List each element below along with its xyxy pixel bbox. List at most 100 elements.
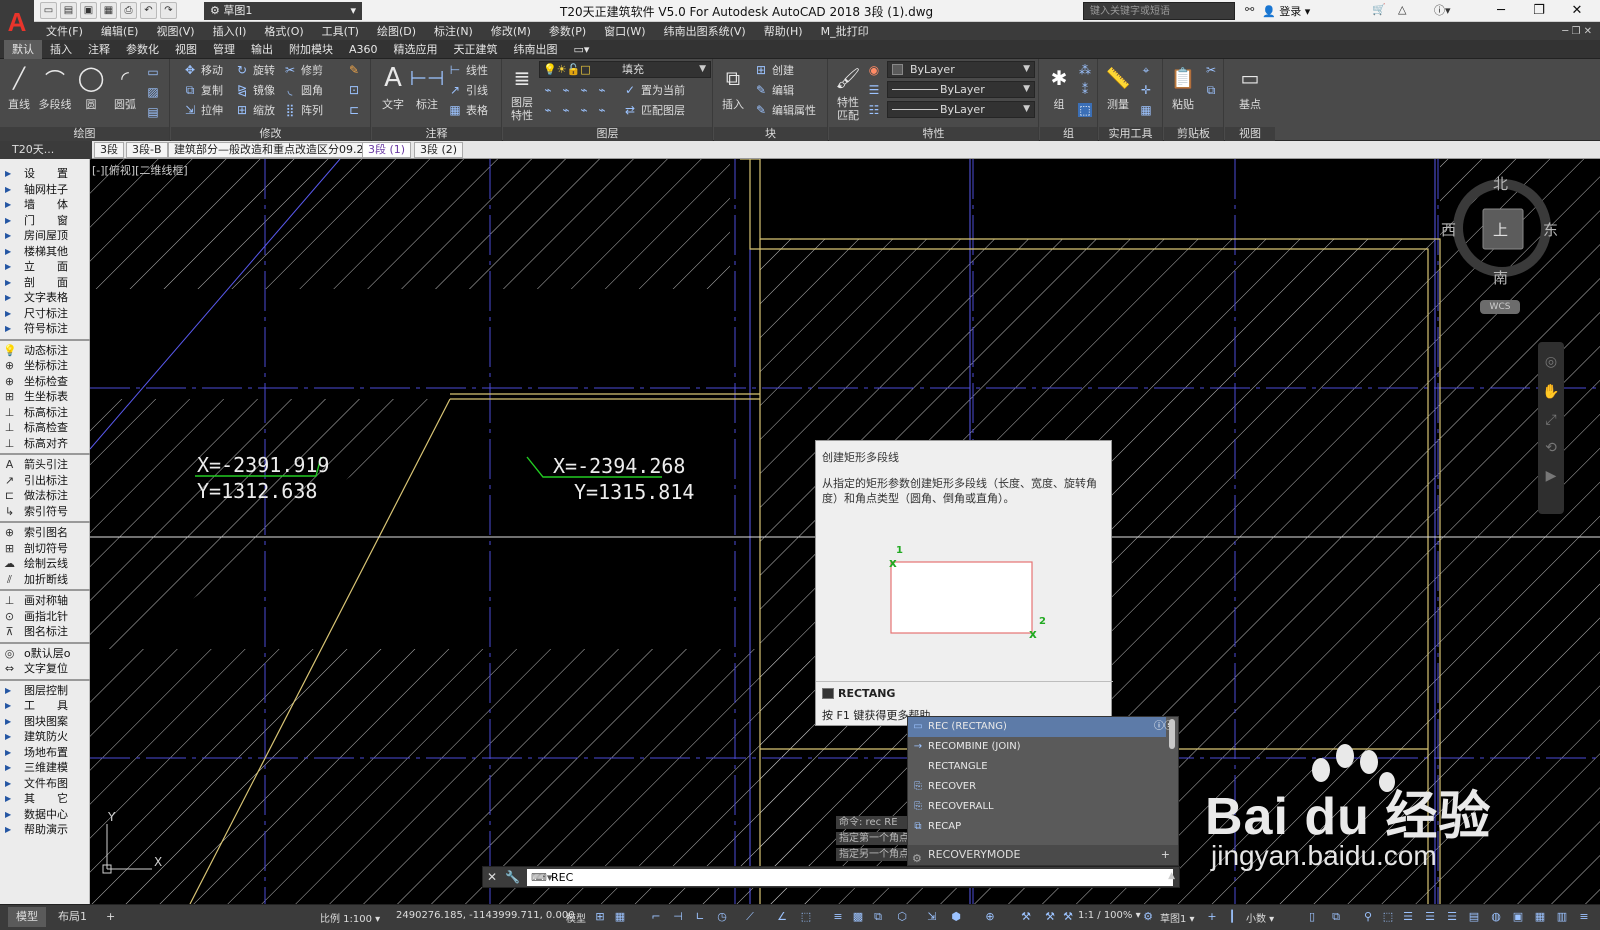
make-current-button[interactable]: ✓ 置为当前 bbox=[623, 81, 685, 99]
circle-button[interactable]: ◯ 圆 bbox=[74, 61, 108, 119]
edit-block-button[interactable]: ✎ 编辑 bbox=[754, 81, 794, 99]
sidebar-item[interactable]: ▶ 门 窗 bbox=[0, 213, 90, 229]
plot-icon[interactable]: ⎙ bbox=[120, 2, 137, 19]
sidebar-item[interactable]: ⊥ 画对称轴 bbox=[0, 593, 90, 609]
sidebar-item[interactable]: ⊞ 生坐标表 bbox=[0, 389, 90, 405]
panel-layers-title[interactable]: 图层 bbox=[503, 127, 712, 141]
globe-icon[interactable]: ◍ bbox=[1490, 911, 1502, 923]
expand-icon[interactable]: + bbox=[1161, 845, 1170, 865]
autocomplete-item-recap[interactable]: ⧉ RECAP bbox=[908, 817, 1166, 837]
sidebar-item[interactable]: ⊥ 标高对齐 bbox=[0, 436, 90, 452]
menu-help[interactable]: 帮助(H) bbox=[764, 23, 803, 39]
ortho-icon[interactable]: ∟ bbox=[694, 911, 706, 923]
sidebar-item[interactable]: 💡 动态标注 bbox=[0, 343, 90, 359]
close-button[interactable]: ✕ bbox=[1562, 1, 1592, 21]
offset-button[interactable]: ⊏ bbox=[347, 101, 365, 119]
lineweight-toggle-icon[interactable]: ≡ bbox=[832, 911, 844, 923]
redo-icon[interactable]: ↷ bbox=[160, 2, 177, 19]
tab-plot-system[interactable]: 纬南出图 bbox=[506, 40, 566, 59]
grid-icon[interactable]: ⊞ bbox=[594, 911, 606, 923]
clean-screen-icon[interactable]: ☰ bbox=[1402, 911, 1414, 923]
menu-edit[interactable]: 编辑(E) bbox=[101, 23, 139, 39]
group-edit-button[interactable]: ⁑ bbox=[1078, 81, 1096, 99]
sidebar-item[interactable]: ▶ 数据中心 bbox=[0, 807, 90, 823]
units-display[interactable]: 小数 ▾ bbox=[1246, 910, 1274, 925]
layer-properties-button[interactable]: ≣ 图层 特性 bbox=[505, 61, 539, 122]
dimension-button[interactable]: ⊢⊣ 标注 bbox=[410, 61, 445, 119]
text-button[interactable]: A 文字 bbox=[376, 61, 410, 119]
sidebar-item[interactable]: ▶ 符号标注 bbox=[0, 321, 90, 337]
model-space-button[interactable]: 模型 bbox=[566, 910, 586, 925]
doc-tab-3duan[interactable]: 3段 bbox=[94, 142, 124, 158]
sidebar-item[interactable]: ▶ 帮助演示 bbox=[0, 822, 90, 838]
create-block-button[interactable]: ⊞ 创建 bbox=[754, 61, 794, 79]
doc-window-controls[interactable]: ─ ❐ ✕ bbox=[1562, 26, 1592, 37]
customization-icon[interactable]: ☰ bbox=[1424, 911, 1436, 923]
cart-icon[interactable]: 🛒 bbox=[1372, 3, 1386, 16]
color-wheel-button[interactable]: ◉ bbox=[867, 61, 885, 79]
linear-button[interactable]: ⊢ 线性 bbox=[448, 61, 488, 79]
mirror-button[interactable]: ⧎ 镜像 bbox=[235, 81, 275, 99]
menu-tools[interactable]: 工具(T) bbox=[322, 23, 359, 39]
scale-display[interactable]: 比例 1:100 ▾ bbox=[320, 910, 380, 925]
pan-icon[interactable]: ✋ bbox=[1538, 384, 1564, 400]
new-icon[interactable]: ▭ bbox=[40, 2, 57, 19]
compass-south[interactable]: 南 bbox=[1493, 267, 1508, 288]
lineweight-button[interactable]: ☷ bbox=[867, 101, 885, 119]
menu-parametric[interactable]: 参数(P) bbox=[549, 23, 586, 39]
sidebar-item[interactable]: ▶ 轴网柱子 bbox=[0, 182, 90, 198]
sidebar-item[interactable]: ▶ 文字表格 bbox=[0, 290, 90, 306]
autocomplete-item-recoverymode[interactable]: ⚙ RECOVERYMODE + bbox=[908, 845, 1178, 865]
infer-icon[interactable]: ⌐ bbox=[650, 911, 662, 923]
layer-tools-row1[interactable]: ⌁ ⌁ ⌁ ⌁ bbox=[541, 81, 613, 99]
doc-tab-3duan-2[interactable]: 3段 (2) bbox=[414, 142, 464, 158]
move-button[interactable]: ✥ 移动 bbox=[183, 61, 223, 79]
close-icon[interactable]: ✕ bbox=[487, 870, 497, 884]
annotation-visibility-icon[interactable]: ⚒ bbox=[1020, 911, 1032, 923]
paste-button[interactable]: 📋 粘贴 bbox=[1166, 61, 1200, 119]
lock-ui-icon[interactable]: ⧉ bbox=[1330, 911, 1342, 923]
sidebar-item[interactable]: ▶ 房间屋顶 bbox=[0, 228, 90, 244]
sidebar-item[interactable]: ▶ 工 具 bbox=[0, 698, 90, 714]
viewcube-top-face[interactable]: 上 bbox=[1493, 219, 1508, 240]
copy-button[interactable]: ⧉ 复制 bbox=[183, 81, 223, 99]
color-dropdown[interactable]: ByLayer ▼ bbox=[887, 61, 1035, 78]
insert-block-button[interactable]: ⧉ 插入 bbox=[716, 61, 750, 119]
panel-utilities-title[interactable]: 实用工具 bbox=[1099, 127, 1162, 141]
trim-button[interactable]: ✂ 修剪 bbox=[283, 61, 323, 79]
zoom-icon[interactable]: ⤢ bbox=[1538, 412, 1564, 428]
exchange-icon[interactable]: △ bbox=[1398, 3, 1406, 16]
menu-format[interactable]: 格式(O) bbox=[264, 23, 303, 39]
3d-osnap-icon[interactable]: ⬡ bbox=[896, 911, 908, 923]
app-menu-button[interactable]: A bbox=[0, 0, 34, 44]
autocomplete-item-rec[interactable]: ▭ REC (RECTANG) ⓘⓢ bbox=[908, 717, 1174, 737]
sidebar-item[interactable]: ⊙ 画指北针 bbox=[0, 609, 90, 625]
orbit-icon[interactable]: ⟲ bbox=[1538, 440, 1564, 456]
tab-addins[interactable]: 附加模块 bbox=[281, 40, 341, 59]
sidebar-item[interactable]: ▶ 三维建模 bbox=[0, 760, 90, 776]
panel-clipboard-title[interactable]: 剪贴板 bbox=[1164, 127, 1223, 141]
sidebar-item[interactable]: ⊥ 标高标注 bbox=[0, 405, 90, 421]
menu-modify[interactable]: 修改(M) bbox=[491, 23, 531, 39]
sidebar-item[interactable]: ↳ 索引符号 bbox=[0, 504, 90, 520]
hardware-acceleration-icon[interactable]: ⬚ bbox=[1382, 911, 1394, 923]
autocomplete-item-recover[interactable]: ⎘ RECOVER bbox=[908, 777, 1166, 797]
binoculars-icon[interactable]: ⚯ bbox=[1245, 3, 1254, 16]
save-icon[interactable]: ▣ bbox=[80, 2, 97, 19]
workspace-selector[interactable]: ⚙ 草图1 ▾ bbox=[204, 2, 362, 20]
sidebar-item[interactable]: ⊞ 剖切符号 bbox=[0, 541, 90, 557]
navigation-bar[interactable]: ◎ ✋ ⤢ ⟲ ▶ bbox=[1538, 342, 1564, 514]
menu-draw[interactable]: 绘图(D) bbox=[377, 23, 416, 39]
erase-button[interactable]: ✎ bbox=[347, 61, 365, 79]
sidebar-item[interactable]: ▶ 设 置 bbox=[0, 166, 90, 182]
group-button[interactable]: ✱ 组 bbox=[1042, 61, 1076, 119]
polyline-button[interactable]: ⌒ 多段线 bbox=[38, 61, 72, 119]
search-input[interactable]: 键入关键字或短语 bbox=[1083, 2, 1235, 20]
tab-annotate[interactable]: 注释 bbox=[80, 40, 118, 59]
workspace-switch[interactable]: 草图1 ▾ bbox=[1160, 910, 1195, 925]
edit-attributes-button[interactable]: ✎ 编辑属性 bbox=[754, 101, 816, 119]
wrench-icon[interactable]: 🔧 bbox=[505, 870, 520, 884]
linetype-dropdown[interactable]: ByLayer ▼ bbox=[887, 81, 1035, 98]
workspace-gear-icon[interactable]: ⚙ bbox=[1142, 911, 1154, 923]
doc-tab-building-section[interactable]: 建筑部分—般改造和重点改造区分09.22 bbox=[168, 142, 377, 158]
